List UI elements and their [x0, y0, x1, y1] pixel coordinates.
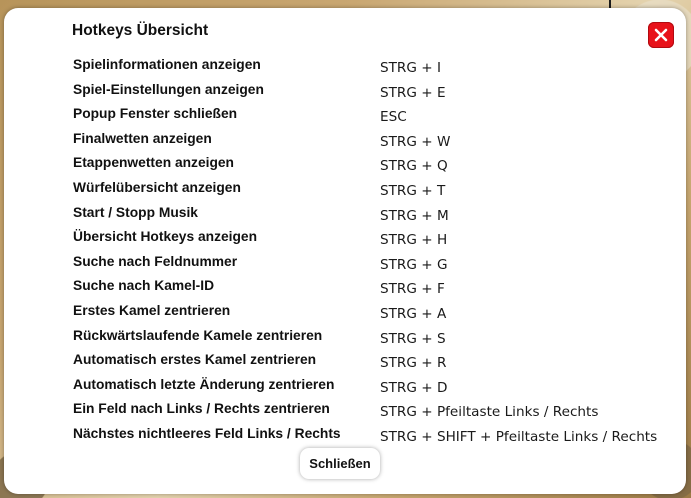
hotkey-row: Nächstes nichtleeres Feld Links / Rechts…	[4, 425, 686, 450]
hotkey-keys: STRG + S	[380, 330, 446, 347]
hotkey-list: Spielinformationen anzeigen STRG + I Spiel…	[4, 56, 686, 450]
hotkey-keys: ESC	[380, 109, 407, 126]
hotkey-action-label: Suche nach Feldnummer	[73, 253, 238, 269]
hotkey-keys: STRG + F	[380, 281, 445, 298]
hotkey-action-label: Automatisch erstes Kamel zentrieren	[73, 352, 317, 368]
hotkey-row: Ein Feld nach Links / Rechts zentrieren S…	[4, 400, 686, 425]
hotkey-action-label: Start / Stopp Musik	[73, 204, 198, 220]
hotkey-keys: STRG + W	[380, 133, 451, 150]
close-dialog-button[interactable]	[648, 22, 674, 48]
hotkey-row: Automatisch letzte Änderung zentrieren ST…	[4, 376, 686, 401]
hotkey-keys: STRG + A	[380, 305, 447, 322]
hotkey-row: Start / Stopp Musik STRG + M	[4, 204, 686, 229]
hotkey-keys: STRG + D	[380, 379, 448, 396]
hotkey-keys: STRG + M	[380, 207, 449, 224]
hotkey-row: Rückwärtslaufende Kamele zentrieren STRG …	[4, 327, 686, 352]
hotkey-row: Spiel-Einstellungen anzeigen STRG + E	[4, 81, 686, 106]
hotkey-keys: STRG + Q	[380, 158, 448, 175]
hotkey-row: Automatisch erstes Kamel zentrieren STRG …	[4, 351, 686, 376]
hotkey-action-label: Spiel-Einstellungen anzeigen	[73, 81, 264, 97]
hotkey-row: Übersicht Hotkeys anzeigen STRG + H	[4, 228, 686, 253]
hotkey-action-label: Nächstes nichtleeres Feld Links / Rechts	[73, 425, 341, 441]
hotkey-action-label: Popup Fenster schließen	[73, 106, 238, 122]
hotkey-row: Popup Fenster schließen ESC	[4, 105, 686, 130]
hotkey-row: Spielinformationen anzeigen STRG + I	[4, 56, 686, 81]
hotkey-keys: STRG + R	[380, 355, 447, 372]
hotkey-row: Etappenwetten anzeigen STRG + Q	[4, 154, 686, 179]
hotkey-row: Suche nach Feldnummer STRG + G	[4, 253, 686, 278]
dialog-title: Hotkeys Übersicht	[72, 22, 209, 39]
hotkey-action-label: Würfelübersicht anzeigen	[73, 179, 241, 195]
hotkey-action-label: Rückwärtslaufende Kamele zentrieren	[73, 327, 323, 343]
hotkey-action-label: Finalwetten anzeigen	[73, 130, 212, 146]
hotkey-action-label: Erstes Kamel zentrieren	[73, 302, 231, 318]
hotkey-action-label: Etappenwetten anzeigen	[73, 155, 234, 171]
hotkey-keys: STRG + H	[380, 232, 448, 249]
hotkey-action-label: Übersicht Hotkeys anzeigen	[73, 229, 258, 245]
close-button[interactable]: Schließen	[300, 448, 380, 479]
hotkey-keys: STRG + E	[380, 84, 446, 101]
hotkey-action-label: Spielinformationen anzeigen	[73, 57, 261, 72]
hotkeys-dialog: Hotkeys Übersicht Spielinformationen anz…	[4, 8, 686, 494]
hotkey-row: Finalwetten anzeigen STRG + W	[4, 130, 686, 155]
hotkey-row: Erstes Kamel zentrieren STRG + A	[4, 302, 686, 327]
hotkey-keys: STRG + SHIFT + Pfeiltaste Links / Rechts	[380, 428, 658, 445]
hotkey-keys: STRG + G	[380, 256, 448, 273]
hotkey-keys: STRG + Pfeiltaste Links / Rechts	[380, 404, 599, 421]
hotkey-keys: STRG + T	[380, 182, 446, 199]
hotkey-action-label: Suche nach Kamel-ID	[73, 278, 215, 294]
hotkey-keys: STRG + I	[380, 60, 441, 76]
hotkey-action-label: Ein Feld nach Links / Rechts zentrieren	[73, 401, 330, 417]
hotkey-action-label: Automatisch letzte Änderung zentrieren	[73, 376, 335, 392]
background-line	[609, 0, 611, 8]
hotkey-row: Suche nach Kamel-ID STRG + F	[4, 277, 686, 302]
hotkey-row: Würfelübersicht anzeigen STRG + T	[4, 179, 686, 204]
close-icon	[654, 28, 668, 42]
